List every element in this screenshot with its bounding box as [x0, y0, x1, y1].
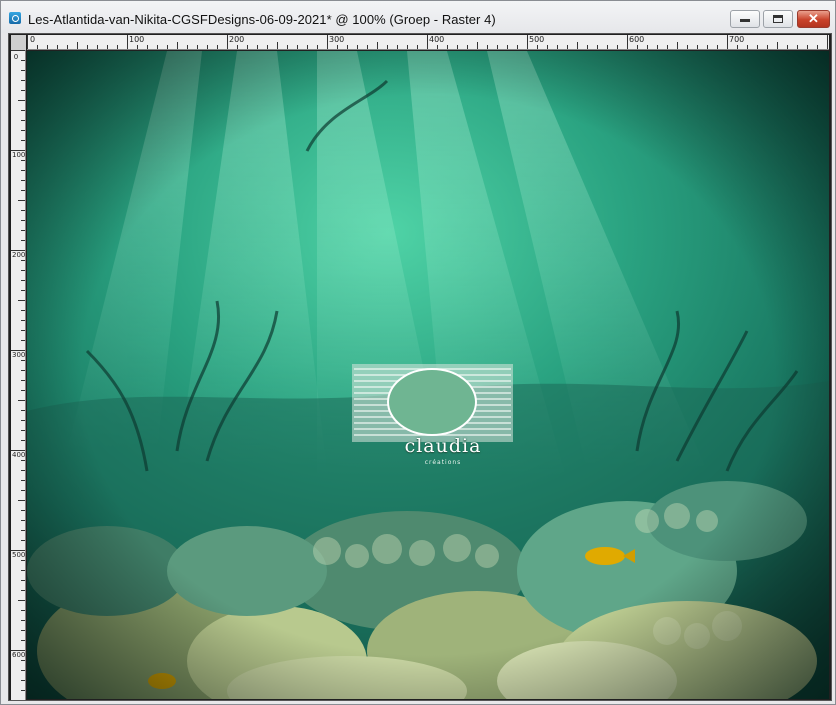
minimize-button[interactable]	[730, 10, 760, 28]
hruler-label: 300	[329, 35, 345, 44]
title-bar[interactable]: Les-Atlantida-van-Nikita-CGSFDesigns-06-…	[1, 1, 835, 33]
horizontal-ruler[interactable]: 0 100 200 300 400 500 600 700	[27, 35, 829, 50]
vruler-label: 0	[13, 53, 19, 61]
vruler-label: 400	[12, 451, 26, 459]
app-icon	[9, 12, 21, 24]
vruler-label: 200	[12, 251, 26, 259]
maximize-icon	[773, 15, 783, 23]
watermark-logo	[352, 364, 513, 442]
hruler-label: 0	[30, 35, 36, 44]
image-canvas[interactable]: claudia créations	[27, 51, 829, 699]
vruler-label: 600	[12, 651, 26, 659]
hruler-label: 500	[529, 35, 545, 44]
vruler-label: 300	[12, 351, 26, 359]
hruler-label: 400	[429, 35, 445, 44]
vruler-label: 500	[12, 551, 26, 559]
underwater-scene	[27, 51, 829, 699]
minimize-icon	[740, 19, 750, 22]
vruler-label: 100	[12, 151, 26, 159]
window-title: Les-Atlantida-van-Nikita-CGSFDesigns-06-…	[28, 12, 496, 27]
hruler-label: 600	[629, 35, 645, 44]
ruler-corner	[11, 35, 26, 50]
hruler-label: 100	[129, 35, 145, 44]
close-button[interactable]: ✕	[797, 10, 830, 28]
watermark-text: claudia	[404, 435, 482, 457]
close-icon: ✕	[808, 11, 819, 26]
hruler-label: 700	[729, 35, 745, 44]
hruler-label: 200	[229, 35, 245, 44]
watermark-subtext: créations	[424, 459, 462, 466]
maximize-button[interactable]	[763, 10, 793, 28]
image-window: Les-Atlantida-van-Nikita-CGSFDesigns-06-…	[0, 0, 836, 705]
vertical-ruler[interactable]: 0 100 200 300 400 500 600	[11, 50, 26, 700]
